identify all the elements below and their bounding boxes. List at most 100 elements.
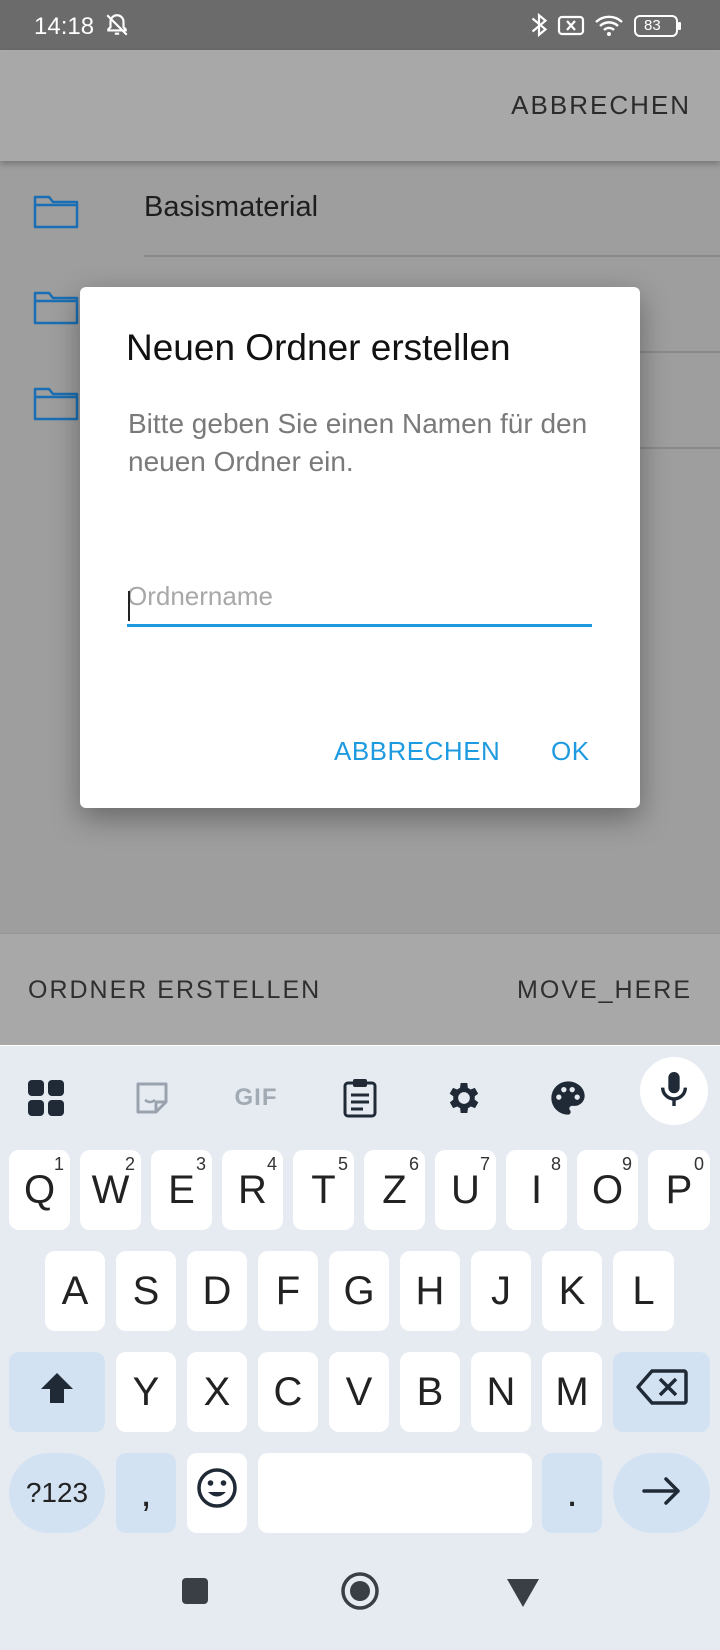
folder-icon [32, 191, 80, 236]
settings-icon[interactable] [440, 1074, 488, 1122]
key-r[interactable]: R4 [222, 1150, 283, 1230]
key-z[interactable]: Z6 [364, 1150, 425, 1230]
backspace-key[interactable] [613, 1352, 710, 1432]
key-l[interactable]: L [613, 1251, 674, 1331]
key-d[interactable]: D [187, 1251, 247, 1331]
key-label: G [343, 1268, 375, 1313]
status-bar: 14:18 83 [0, 0, 720, 50]
sim-off-icon [556, 12, 586, 43]
folder-row[interactable]: Basismaterial [0, 161, 720, 257]
key-m[interactable]: M [542, 1352, 602, 1432]
key-label: M [555, 1369, 589, 1414]
gif-label: GIF [234, 1084, 278, 1111]
key-q[interactable]: Q1 [9, 1150, 70, 1230]
key-a[interactable]: A [45, 1251, 105, 1331]
key-hint: 9 [621, 1154, 632, 1174]
key-label: S [132, 1268, 160, 1313]
key-e[interactable]: E3 [151, 1150, 212, 1230]
key-hint: 2 [124, 1154, 135, 1174]
key-n[interactable]: N [471, 1352, 531, 1432]
key-f[interactable]: F [258, 1251, 318, 1331]
key-o[interactable]: O9 [577, 1150, 638, 1230]
key-hint: 0 [693, 1154, 704, 1174]
header-cancel-button[interactable]: ABBRECHEN [511, 90, 691, 121]
key-label: V [345, 1369, 373, 1414]
folder-name-input[interactable] [127, 577, 592, 627]
move-here-button[interactable]: MOVE_HERE [517, 976, 692, 1005]
key-label: D [202, 1268, 232, 1313]
key-hint: 7 [479, 1154, 490, 1174]
key-label: J [491, 1268, 511, 1313]
key-u[interactable]: U7 [435, 1150, 496, 1230]
key-label: E [168, 1167, 195, 1212]
key-label: P [665, 1167, 693, 1212]
key-hint: 5 [337, 1154, 348, 1174]
key-hint: 6 [408, 1154, 419, 1174]
text-cursor [128, 591, 130, 621]
key-hint: 1 [53, 1154, 64, 1174]
app-header: ABBRECHEN [0, 50, 720, 161]
key-label: I [530, 1167, 543, 1212]
dialog-message: Bitte geben Sie einen Namen für den neue… [128, 408, 588, 477]
back-button[interactable] [506, 1578, 540, 1613]
key-label: , [140, 1470, 152, 1515]
space-key[interactable] [258, 1453, 532, 1533]
apps-icon[interactable] [22, 1074, 70, 1122]
recents-button[interactable] [181, 1577, 209, 1610]
key-v[interactable]: V [329, 1352, 389, 1432]
key-t[interactable]: T5 [293, 1150, 354, 1230]
key-g[interactable]: G [329, 1251, 389, 1331]
shift-key[interactable] [9, 1352, 105, 1432]
key-label: B [416, 1369, 444, 1414]
wifi-icon [594, 12, 624, 43]
key-label: C [273, 1369, 303, 1414]
key-label: T [311, 1167, 336, 1212]
period-key[interactable]: . [542, 1453, 602, 1533]
symbols-key[interactable]: ?123 [9, 1453, 105, 1533]
comma-key[interactable]: , [116, 1453, 176, 1533]
create-folder-dialog: Neuen Ordner erstellen Bitte geben Sie e… [80, 287, 640, 808]
key-c[interactable]: C [258, 1352, 318, 1432]
battery-level: 83 [644, 17, 661, 34]
key-y[interactable]: Y [116, 1352, 176, 1432]
navigation-bar [0, 1560, 720, 1650]
create-folder-button[interactable]: ORDNER ERSTELLEN [28, 976, 321, 1005]
bottom-action-bar: ORDNER ERSTELLEN MOVE_HERE [0, 933, 720, 1045]
emoji-key[interactable] [187, 1453, 247, 1533]
sticker-icon[interactable] [128, 1074, 176, 1122]
key-p[interactable]: P0 [648, 1150, 710, 1230]
key-label: F [275, 1268, 301, 1313]
key-h[interactable]: H [400, 1251, 460, 1331]
key-i[interactable]: I8 [506, 1150, 567, 1230]
key-hint: 4 [266, 1154, 277, 1174]
backspace-icon [635, 1368, 688, 1416]
microphone-icon [657, 1069, 691, 1114]
key-label: L [632, 1268, 655, 1313]
dialog-ok-button[interactable]: OK [551, 736, 590, 767]
key-label: ?123 [25, 1477, 89, 1508]
home-button[interactable] [340, 1571, 380, 1616]
key-label: K [558, 1268, 586, 1313]
key-b[interactable]: B [400, 1352, 460, 1432]
dialog-title: Neuen Ordner erstellen [126, 327, 511, 368]
key-j[interactable]: J [471, 1251, 531, 1331]
clipboard-icon[interactable] [336, 1074, 384, 1122]
dialog-cancel-button[interactable]: ABBRECHEN [334, 736, 500, 767]
key-x[interactable]: X [187, 1352, 247, 1432]
gif-icon[interactable]: GIF [230, 1074, 282, 1122]
key-label: H [415, 1268, 445, 1313]
key-w[interactable]: W2 [80, 1150, 141, 1230]
key-k[interactable]: K [542, 1251, 602, 1331]
key-label: Q [23, 1167, 56, 1212]
microphone-button[interactable] [640, 1057, 708, 1125]
arrow-right-icon [641, 1471, 682, 1516]
emoji-icon [196, 1467, 238, 1519]
palette-icon[interactable] [544, 1074, 592, 1122]
bluetooth-icon [528, 12, 550, 43]
key-label: R [238, 1167, 267, 1212]
folder-label: Basismaterial [144, 191, 319, 223]
enter-key[interactable] [613, 1453, 710, 1533]
key-s[interactable]: S [116, 1251, 176, 1331]
key-label: Z [382, 1167, 407, 1212]
key-label: A [61, 1268, 89, 1313]
